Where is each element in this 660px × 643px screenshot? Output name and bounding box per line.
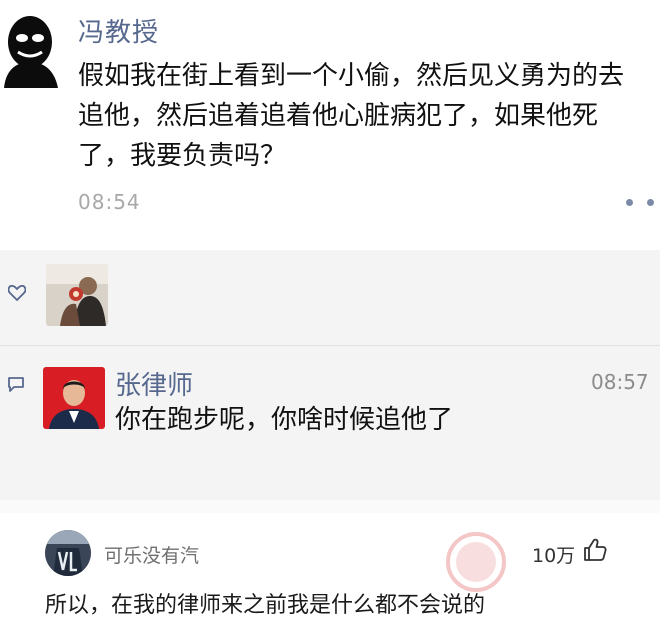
commenter-name[interactable]: 张律师: [115, 365, 193, 402]
poster-name[interactable]: 冯教授: [78, 12, 159, 49]
replier-avatar[interactable]: [45, 530, 91, 576]
reply-text: 所以，在我的律师来之前我是什么都不会说的: [45, 593, 486, 618]
interaction-panel: 张律师 08:57 你在跑步呢，你啥时候追他了: [0, 250, 660, 500]
commenter-avatar[interactable]: [43, 367, 105, 429]
post-time: 08:54: [78, 190, 141, 214]
more-dots-icon[interactable]: [626, 193, 654, 211]
divider: [0, 345, 660, 346]
poster-avatar[interactable]: [2, 12, 62, 88]
post-body: 假如我在街上看到一个小偷，然后见义勇为的去追他，然后追着追着他心脏病犯了，如果他…: [78, 61, 625, 171]
section-gap: [0, 500, 660, 513]
reply-card: 可乐没有汽 10万 所以，在我的律师来之前我是什么都不会说的: [0, 513, 660, 643]
comment-time: 08:57: [591, 370, 649, 394]
moment-post: 冯教授 假如我在街上看到一个小偷，然后见义勇为的去追他，然后追着追着他心脏病犯了…: [0, 0, 660, 250]
replier-name[interactable]: 可乐没有汽: [104, 541, 199, 568]
likes-row: [0, 250, 660, 342]
liker-avatar[interactable]: [46, 264, 108, 326]
like-count: 10万: [532, 545, 576, 567]
comment-text: 你在跑步呢，你啥时候追他了: [115, 405, 454, 435]
heart-icon: [7, 284, 27, 302]
thumbs-up-icon[interactable]: [582, 537, 608, 563]
red-stamp-watermark: [444, 530, 508, 594]
comment-bubble-icon[interactable]: [7, 376, 25, 392]
